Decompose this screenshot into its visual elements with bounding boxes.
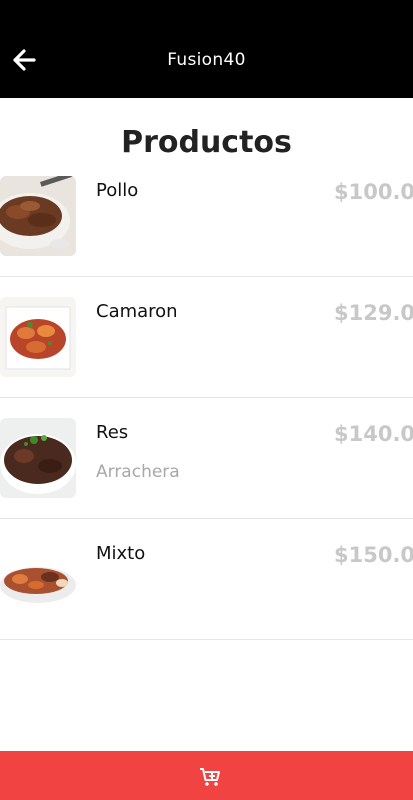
product-item-camaron[interactable]: Camaron $129.00	[0, 277, 413, 398]
app-title: Fusion40	[167, 50, 246, 70]
product-name: Camaron	[96, 301, 178, 322]
product-item-pollo[interactable]: Pollo $100.00	[0, 156, 413, 277]
product-item-res[interactable]: Res Arrachera $140.00	[0, 398, 413, 519]
app-bar: Fusion40	[0, 0, 413, 98]
product-list: Pollo $100.00 Camaron $129.00	[0, 156, 413, 640]
product-image-mixto	[0, 539, 76, 619]
product-price: $150.00	[334, 543, 413, 567]
product-name: Mixto	[96, 543, 146, 564]
cart-button[interactable]	[0, 751, 413, 800]
page-title: Productos	[121, 125, 292, 160]
app-screen: Fusion40 Productos Pollo $100.00	[0, 0, 413, 800]
product-image-res	[0, 418, 76, 498]
product-name: Res	[96, 422, 129, 443]
product-name: Pollo	[96, 180, 139, 201]
product-subtitle: Arrachera	[96, 462, 180, 482]
product-item-mixto[interactable]: Mixto $150.00	[0, 519, 413, 640]
product-price: $129.00	[334, 301, 413, 325]
product-price: $100.00	[334, 180, 413, 204]
product-image-camaron	[0, 297, 76, 377]
product-image-pollo	[0, 176, 76, 256]
product-price: $140.00	[334, 422, 413, 446]
cart-add-icon	[200, 768, 220, 786]
